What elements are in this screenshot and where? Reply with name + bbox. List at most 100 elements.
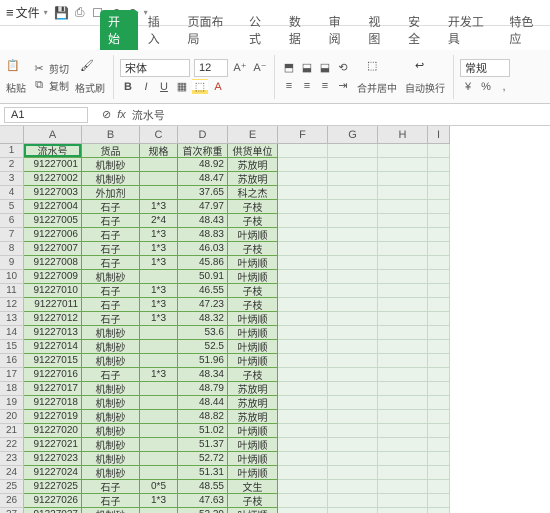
cell[interactable]: 机制砂 (82, 354, 140, 368)
cell[interactable]: 石子 (82, 312, 140, 326)
cell[interactable] (278, 410, 328, 424)
cell[interactable]: 51.02 (178, 424, 228, 438)
cell[interactable] (140, 354, 178, 368)
cell[interactable] (278, 312, 328, 326)
cell[interactable] (140, 466, 178, 480)
cell[interactable]: 91227017 (24, 382, 82, 396)
cell[interactable] (278, 270, 328, 284)
cell[interactable] (428, 284, 450, 298)
cell[interactable] (140, 382, 178, 396)
cell[interactable]: 规格 (140, 144, 178, 158)
cell[interactable]: 外加剂 (82, 186, 140, 200)
row-header[interactable]: 19 (0, 396, 24, 410)
cell[interactable] (278, 298, 328, 312)
cell[interactable] (378, 284, 428, 298)
cell[interactable] (140, 326, 178, 340)
cell[interactable]: 货品 (82, 144, 140, 158)
cell[interactable] (278, 172, 328, 186)
cell[interactable] (328, 214, 378, 228)
cell[interactable]: 石子 (82, 494, 140, 508)
currency-icon[interactable]: ¥ (460, 79, 476, 95)
cell[interactable] (278, 228, 328, 242)
cell[interactable] (328, 270, 378, 284)
cell[interactable]: 叶炳顺 (228, 340, 278, 354)
cell[interactable]: 91227001 (24, 158, 82, 172)
row-header[interactable]: 22 (0, 438, 24, 452)
cell[interactable]: 1*3 (140, 312, 178, 326)
cell[interactable]: 石子 (82, 284, 140, 298)
cell[interactable] (428, 410, 450, 424)
merge-button[interactable]: ⬚ 合并居中 (355, 59, 399, 95)
cell[interactable] (278, 158, 328, 172)
cell[interactable]: 91227023 (24, 452, 82, 466)
cell[interactable]: 1*3 (140, 368, 178, 382)
cell[interactable] (428, 382, 450, 396)
cell[interactable]: 苏放明 (228, 158, 278, 172)
cell[interactable] (378, 298, 428, 312)
row-header[interactable]: 7 (0, 228, 24, 242)
col-header[interactable]: A (24, 126, 82, 144)
cell[interactable]: 48.55 (178, 480, 228, 494)
cell[interactable] (278, 340, 328, 354)
cell[interactable] (328, 396, 378, 410)
cell[interactable]: 机制砂 (82, 424, 140, 438)
cell[interactable] (428, 144, 450, 158)
row-header[interactable]: 26 (0, 494, 24, 508)
row-header[interactable]: 1 (0, 144, 24, 158)
cell[interactable]: 91227010 (24, 284, 82, 298)
cell[interactable] (328, 410, 378, 424)
cell[interactable] (278, 424, 328, 438)
cell[interactable] (428, 298, 450, 312)
row-header[interactable]: 3 (0, 172, 24, 186)
cell[interactable] (378, 340, 428, 354)
cell[interactable] (328, 368, 378, 382)
cell[interactable] (140, 508, 178, 513)
italic-button[interactable]: I (138, 79, 154, 95)
cell[interactable] (378, 410, 428, 424)
cell[interactable] (378, 270, 428, 284)
cell[interactable]: 91227008 (24, 256, 82, 270)
cell[interactable] (428, 312, 450, 326)
cell[interactable] (428, 158, 450, 172)
row-header[interactable]: 24 (0, 466, 24, 480)
cell[interactable] (328, 326, 378, 340)
cell[interactable] (278, 466, 328, 480)
cell[interactable]: 石子 (82, 214, 140, 228)
cell[interactable]: 47.23 (178, 298, 228, 312)
row-header[interactable]: 16 (0, 354, 24, 368)
cell[interactable]: 机制砂 (82, 508, 140, 513)
row-header[interactable]: 21 (0, 424, 24, 438)
cell[interactable]: 叶炳顺 (228, 270, 278, 284)
cell[interactable] (378, 172, 428, 186)
percent-icon[interactable]: % (478, 79, 494, 95)
cell[interactable]: 1*3 (140, 242, 178, 256)
align-left-icon[interactable]: ≡ (281, 78, 297, 94)
cell[interactable] (378, 452, 428, 466)
cell[interactable] (378, 214, 428, 228)
cell[interactable]: 流水号 (24, 144, 82, 158)
cell[interactable]: 苏放明 (228, 172, 278, 186)
cell[interactable]: 91227007 (24, 242, 82, 256)
cell[interactable] (428, 214, 450, 228)
cell[interactable]: 1*3 (140, 256, 178, 270)
cell[interactable]: 石子 (82, 480, 140, 494)
cell[interactable] (328, 284, 378, 298)
align-top-icon[interactable]: ⬒ (281, 60, 297, 76)
cell[interactable] (328, 186, 378, 200)
cell[interactable]: 45.86 (178, 256, 228, 270)
cell[interactable]: 科之杰 (228, 186, 278, 200)
font-color-button[interactable]: A (210, 79, 226, 95)
cell[interactable] (278, 508, 328, 513)
cell[interactable]: 91227019 (24, 410, 82, 424)
cell[interactable]: 47.97 (178, 200, 228, 214)
row-header[interactable]: 9 (0, 256, 24, 270)
cell[interactable]: 48.44 (178, 396, 228, 410)
cell[interactable]: 石子 (82, 228, 140, 242)
cell[interactable] (378, 368, 428, 382)
cell[interactable]: 子枝 (228, 298, 278, 312)
cell[interactable]: 机制砂 (82, 340, 140, 354)
cell[interactable]: 机制砂 (82, 382, 140, 396)
cell[interactable] (378, 424, 428, 438)
cell[interactable] (378, 382, 428, 396)
cell[interactable]: 机制砂 (82, 452, 140, 466)
